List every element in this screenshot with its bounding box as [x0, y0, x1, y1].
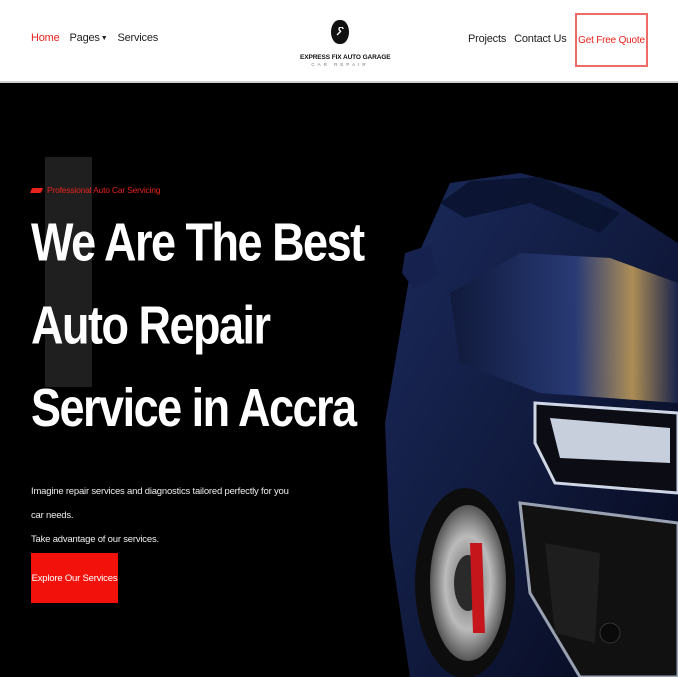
logo-subtitle: CAR REPAIR: [311, 62, 369, 67]
hero-headline: We Are The Best Auto Repair Service in A…: [31, 215, 371, 463]
explore-services-button[interactable]: Explore Our Services: [31, 553, 118, 603]
hero-description: Imagine repair services and diagnostics …: [31, 480, 301, 552]
caret-down-icon: ▼: [100, 35, 108, 42]
nav-projects[interactable]: Projects: [468, 33, 506, 45]
get-quote-button[interactable]: Get Free Quote: [575, 13, 648, 67]
site-logo[interactable]: EXPRESS FIX AUTO GARAGE CAR REPAIR: [300, 20, 391, 67]
headline-line-1: We Are The Best: [31, 211, 365, 273]
logo-name: EXPRESS FIX AUTO GARAGE: [300, 54, 391, 61]
car-image: [385, 173, 678, 677]
hero-tag: Professional Auto Car Servicing: [29, 185, 161, 195]
nav-pages[interactable]: Pages▼: [70, 32, 108, 44]
nav-home[interactable]: Home: [31, 32, 60, 44]
hero-tag-text: Professional Auto Car Servicing: [47, 185, 161, 195]
headline-line-3: Service in Accra: [31, 377, 357, 439]
nav-services[interactable]: Services: [117, 32, 158, 44]
hero-section: Professional Auto Car Servicing We Are T…: [0, 85, 678, 677]
headline-line-2: Auto Repair: [31, 294, 271, 356]
main-nav: Home Pages▼ Services: [31, 32, 158, 44]
wrench-icon: [331, 20, 349, 44]
nav-pages-label: Pages: [69, 32, 100, 44]
site-header: Home Pages▼ Services EXPRESS FIX AUTO GA…: [0, 0, 678, 83]
tag-mark-icon: [29, 187, 44, 193]
description-line-2: Take advantage of our services.: [31, 534, 159, 545]
nav-contact[interactable]: Contact Us: [514, 33, 567, 45]
description-line-1: Imagine repair services and diagnostics …: [31, 486, 289, 521]
